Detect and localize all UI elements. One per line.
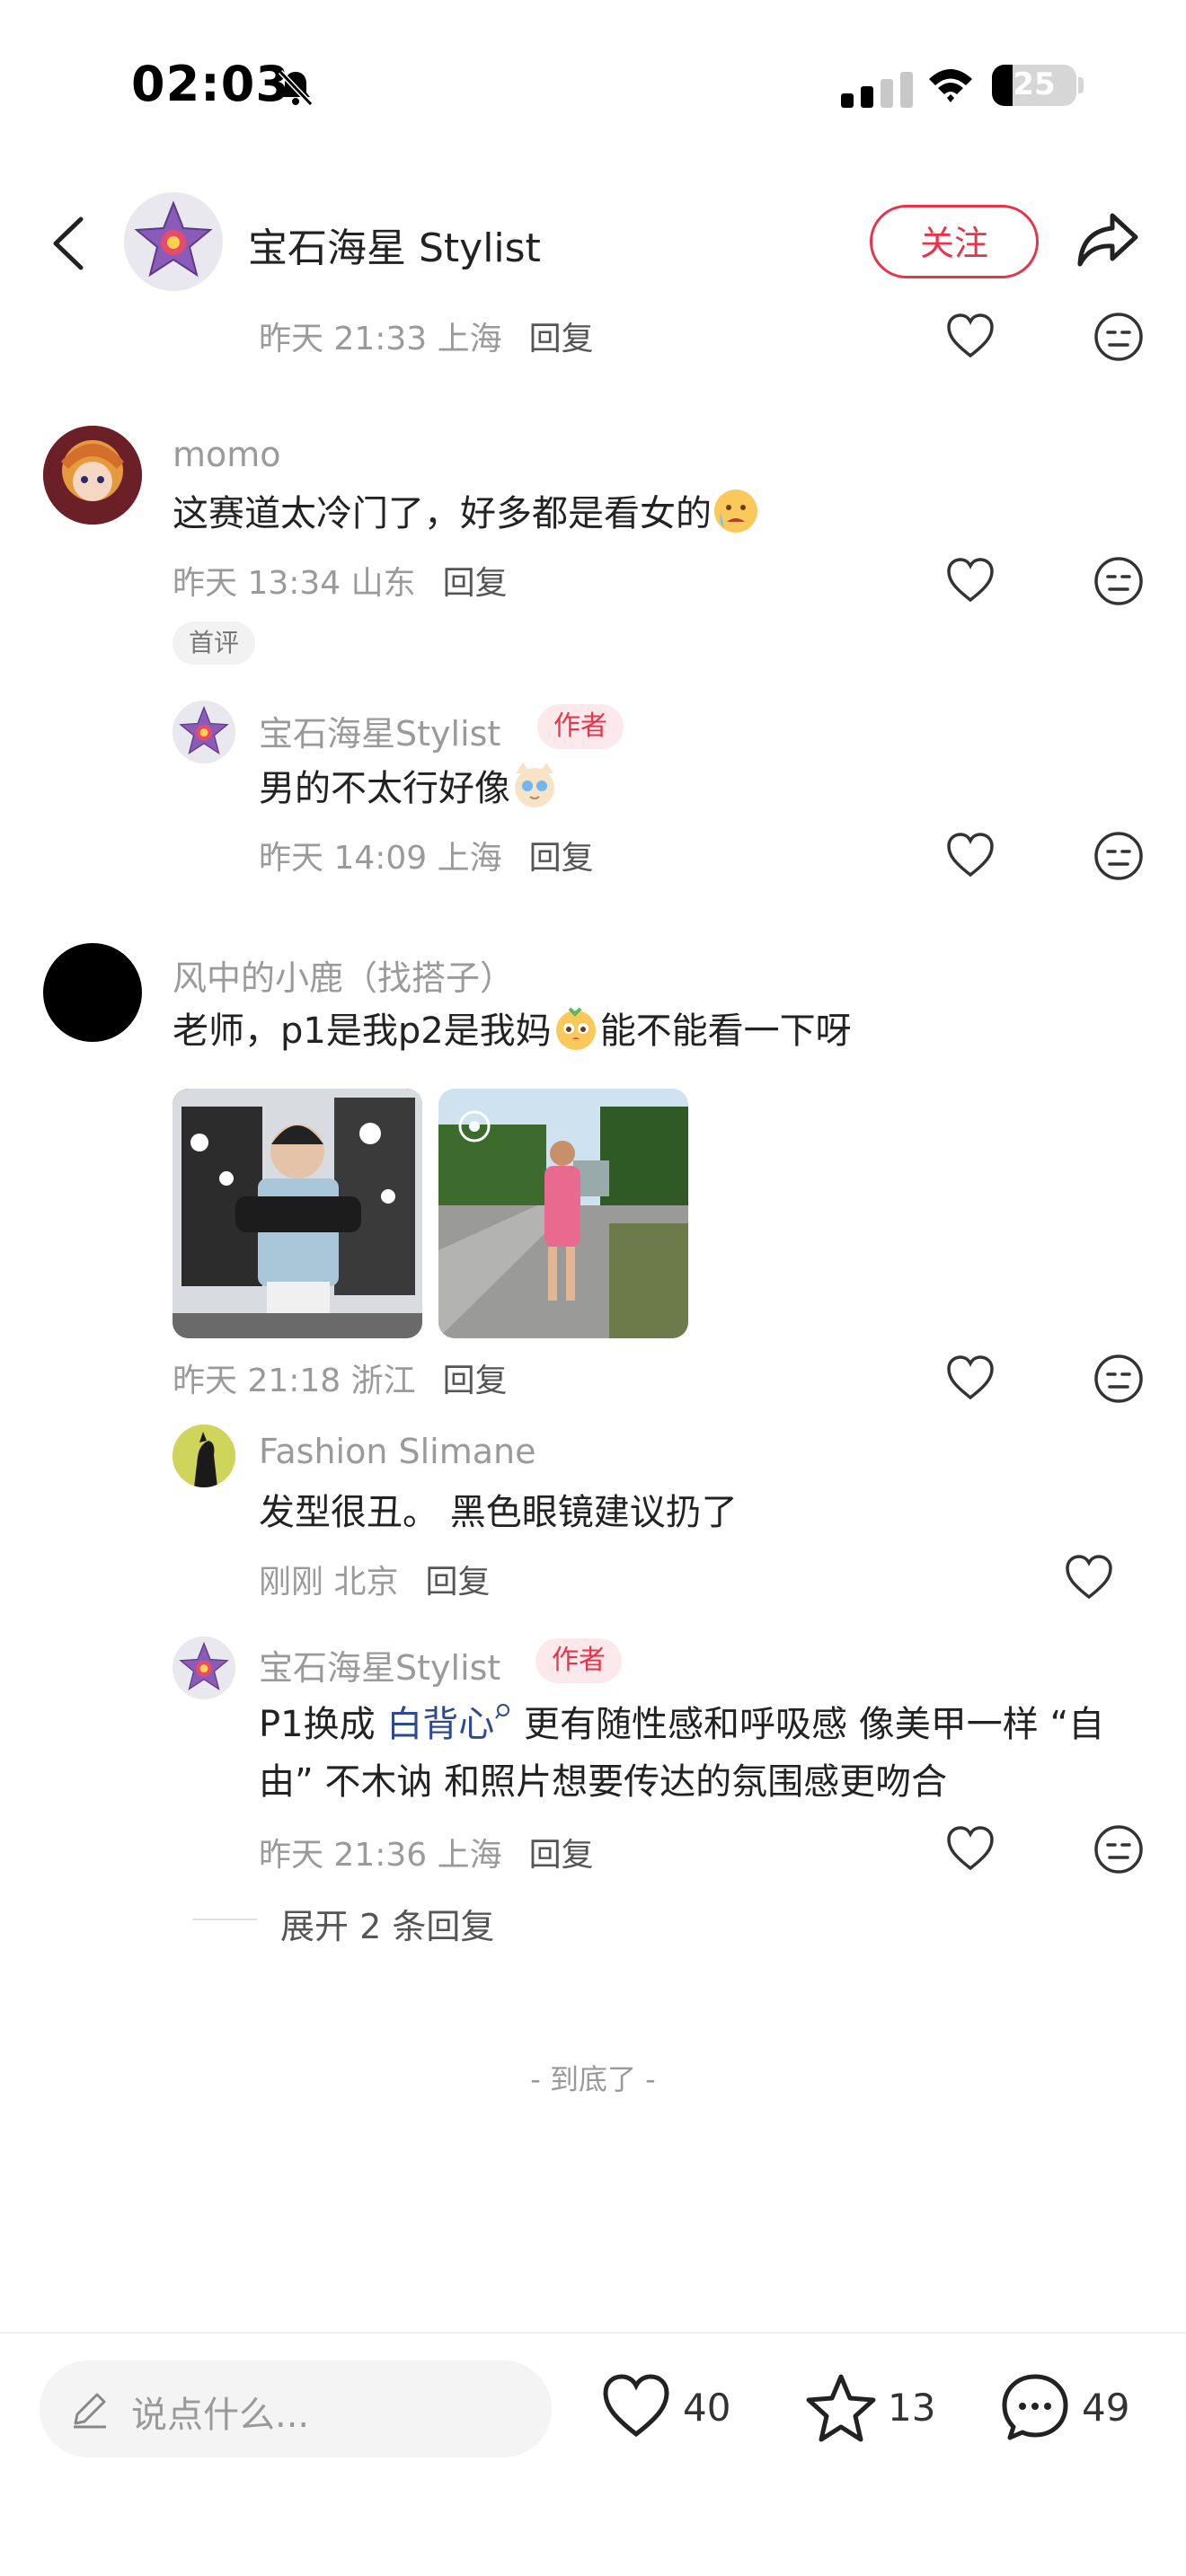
dislike-face-icon[interactable] bbox=[1093, 1823, 1145, 1875]
comment-input-placeholder[interactable]: 说点什么... bbox=[131, 2386, 309, 2438]
author-badge: 作者 bbox=[537, 704, 624, 749]
reply-button[interactable]: 回复 bbox=[529, 840, 594, 877]
comment-meta: 昨天 21:18 浙江 回复 bbox=[173, 1363, 508, 1399]
battery-nub bbox=[1078, 77, 1084, 93]
comment-text: 这赛道太冷门了，好多都是看女的 bbox=[173, 485, 760, 543]
like-heart-icon[interactable] bbox=[945, 1354, 996, 1401]
user-avatar-small[interactable] bbox=[173, 1425, 235, 1487]
comment-photo-2[interactable] bbox=[438, 1089, 688, 1338]
author-avatar-small[interactable] bbox=[173, 1636, 235, 1699]
pencil-icon bbox=[74, 2393, 106, 2429]
wifi-icon bbox=[929, 69, 972, 102]
cellular-signal-icon bbox=[841, 72, 913, 108]
comment-username[interactable]: 风中的小鹿（找搭子） bbox=[173, 950, 514, 1000]
like-heart-icon[interactable] bbox=[945, 557, 996, 604]
user-avatar[interactable] bbox=[43, 943, 142, 1042]
comment-meta: 昨天 21:33 上海 回复 bbox=[259, 321, 594, 357]
reply-text: P1换成 白背心 更有随性感和呼吸感 像美甲一样 “自 由” 不木讷 和照片想要… bbox=[259, 1702, 1105, 1803]
dislike-face-icon[interactable] bbox=[1093, 555, 1145, 607]
dislike-face-icon[interactable] bbox=[1093, 830, 1145, 882]
search-link[interactable]: 白背心 bbox=[386, 1704, 494, 1745]
expand-divider bbox=[192, 1919, 257, 1920]
dislike-face-icon[interactable] bbox=[1093, 311, 1145, 363]
battery-indicator: 25 bbox=[992, 65, 1076, 106]
reply-button[interactable]: 回复 bbox=[425, 1564, 490, 1601]
battery-level: 25 bbox=[1013, 66, 1056, 102]
star-count: 13 bbox=[888, 2386, 936, 2430]
share-icon[interactable] bbox=[1075, 208, 1141, 271]
like-heart-icon[interactable] bbox=[945, 313, 996, 359]
starfish-icon bbox=[179, 1641, 229, 1690]
reply-username[interactable]: 宝石海星Stylist bbox=[259, 1640, 500, 1689]
reply-username[interactable]: 宝石海星Stylist bbox=[259, 706, 500, 755]
comment-username[interactable]: momo bbox=[173, 435, 281, 474]
user-avatar[interactable] bbox=[43, 426, 142, 525]
reply-button[interactable]: 回复 bbox=[529, 1837, 594, 1874]
author-name[interactable]: 宝石海星 Stylist bbox=[248, 216, 541, 273]
status-time: 02:03 bbox=[131, 56, 290, 112]
search-icon[interactable] bbox=[494, 1702, 512, 1724]
like-heart-icon[interactable] bbox=[600, 2371, 672, 2443]
end-of-list-label: - 到底了 - bbox=[530, 2062, 656, 2096]
crying-face-emoji bbox=[714, 490, 757, 533]
back-arrow-icon[interactable] bbox=[47, 214, 90, 273]
reply-button[interactable]: 回复 bbox=[443, 1363, 508, 1399]
like-count: 40 bbox=[683, 2386, 731, 2430]
like-heart-icon[interactable] bbox=[1064, 1554, 1114, 1601]
follow-button[interactable]: 关注 bbox=[870, 205, 1039, 278]
reply-button[interactable]: 回复 bbox=[443, 565, 508, 602]
reply-username[interactable]: Fashion Slimane bbox=[259, 1432, 536, 1471]
starfish-icon bbox=[134, 200, 213, 278]
pleading-face-emoji bbox=[555, 1007, 596, 1050]
reply-meta: 刚刚 北京 回复 bbox=[259, 1564, 491, 1601]
teary-cat-emoji bbox=[515, 763, 554, 807]
reply-button[interactable]: 回复 bbox=[529, 321, 594, 357]
star-icon[interactable] bbox=[805, 2371, 877, 2443]
dislike-face-icon[interactable] bbox=[1093, 1353, 1145, 1405]
expand-replies-button[interactable]: 展开 2 条回复 bbox=[280, 1899, 494, 1948]
comment-text: 老师，p1是我p2是我妈 能不能看一下呀 bbox=[173, 1002, 852, 1060]
comment-bubble-icon[interactable] bbox=[999, 2371, 1071, 2443]
bell-muted-icon bbox=[278, 69, 314, 107]
reply-text: 发型很丑。 黑色眼镜建议扔了 bbox=[259, 1492, 738, 1533]
bottom-divider bbox=[0, 2332, 1186, 2333]
reply-text: 男的不太行好像 bbox=[259, 760, 559, 817]
comment-count: 49 bbox=[1082, 2386, 1130, 2430]
starfish-icon bbox=[179, 705, 229, 754]
like-heart-icon[interactable] bbox=[945, 1825, 996, 1872]
author-avatar-small[interactable] bbox=[173, 701, 235, 763]
comment-meta: 昨天 13:34 山东 回复 bbox=[173, 565, 508, 602]
like-heart-icon[interactable] bbox=[945, 832, 996, 878]
reply-meta: 昨天 21:36 上海 回复 bbox=[259, 1837, 594, 1874]
first-comment-badge: 首评 bbox=[173, 622, 256, 665]
author-avatar[interactable] bbox=[124, 192, 223, 291]
author-badge: 作者 bbox=[535, 1638, 622, 1683]
comment-photo-1[interactable] bbox=[173, 1089, 422, 1338]
reply-meta: 昨天 14:09 上海 回复 bbox=[259, 840, 594, 877]
